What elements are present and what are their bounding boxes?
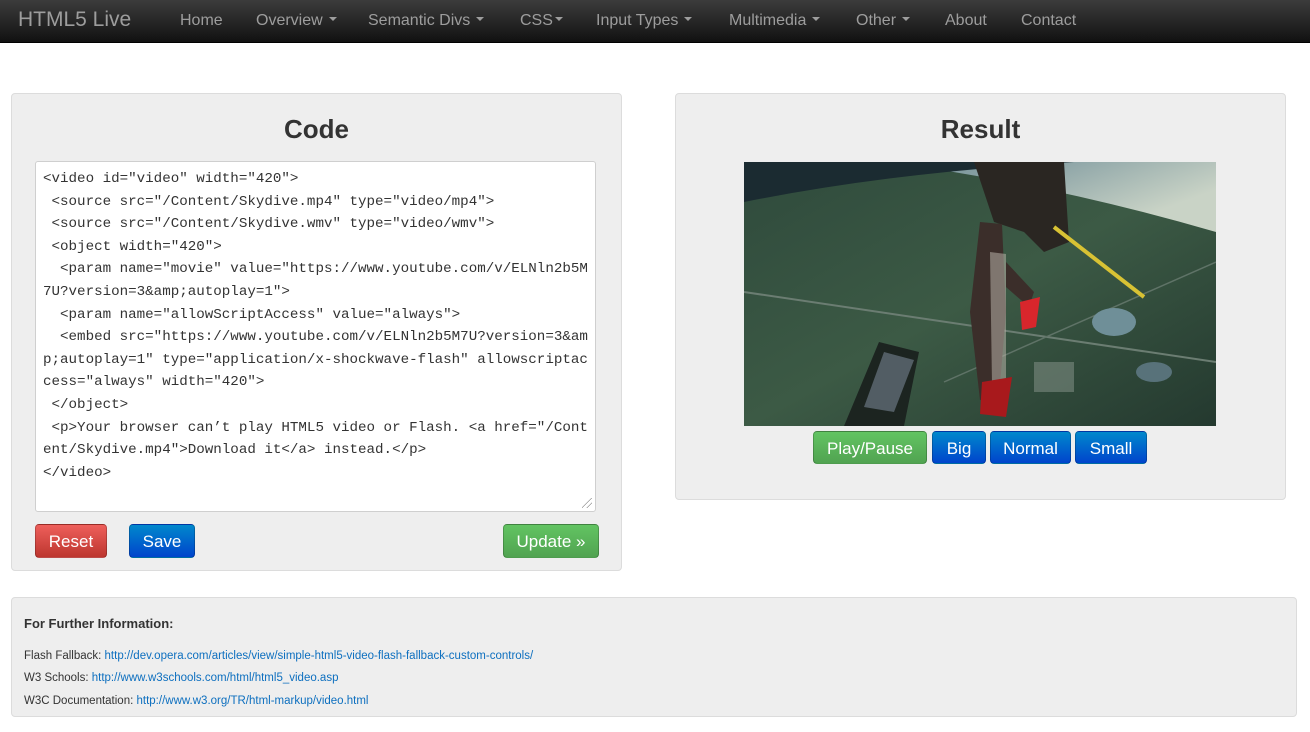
nav-other[interactable]: Other xyxy=(856,12,911,30)
resize-grip-icon[interactable] xyxy=(582,498,592,508)
nav-css-label: CSS xyxy=(520,12,553,29)
info-line-w3schools: W3 Schools: http://www.w3schools.com/htm… xyxy=(24,672,338,684)
nav-home-label: Home xyxy=(180,12,223,29)
reset-button[interactable]: Reset xyxy=(35,524,107,558)
save-button[interactable]: Save xyxy=(129,524,195,558)
nav-input-types-label: Input Types xyxy=(596,12,679,29)
code-panel: Code <video id="video" width="420"> <sou… xyxy=(11,93,622,571)
flash-fallback-link[interactable]: http://dev.opera.com/articles/view/simpl… xyxy=(105,650,534,662)
nav-multimedia-label: Multimedia xyxy=(729,12,807,29)
play-pause-button[interactable]: Play/Pause xyxy=(813,431,927,464)
brand-logo[interactable]: HTML5 Live xyxy=(18,7,131,33)
info-label: W3 Schools: xyxy=(24,672,92,684)
w3c-docs-link[interactable]: http://www.w3.org/TR/html-markup/video.h… xyxy=(137,695,369,707)
info-line-flash-fallback: Flash Fallback: http://dev.opera.com/art… xyxy=(24,650,533,662)
normal-button[interactable]: Normal xyxy=(990,431,1071,464)
caret-down-icon xyxy=(554,16,563,21)
nav-overview[interactable]: Overview xyxy=(256,12,337,30)
result-panel-title: Result xyxy=(940,114,1021,144)
nav-input-types[interactable]: Input Types xyxy=(596,12,693,30)
info-label: W3C Documentation: xyxy=(24,695,137,707)
nav-contact-label: Contact xyxy=(1021,12,1077,29)
update-button[interactable]: Update » xyxy=(503,524,599,558)
nav-contact[interactable]: Contact xyxy=(1021,12,1076,30)
result-panel: Result Play/Pause Big Normal Small xyxy=(675,93,1286,500)
nav-multimedia[interactable]: Multimedia xyxy=(729,12,821,30)
caret-down-icon xyxy=(812,16,821,21)
big-button[interactable]: Big xyxy=(932,431,986,464)
caret-down-icon xyxy=(902,16,911,21)
nav-home[interactable]: Home xyxy=(180,12,223,30)
skydive-video-frame xyxy=(744,162,1216,426)
info-label: Flash Fallback: xyxy=(24,650,105,662)
nav-about[interactable]: About xyxy=(945,12,987,30)
nav-other-label: Other xyxy=(856,12,897,29)
further-info-panel: For Further Information: Flash Fallback:… xyxy=(11,597,1297,717)
code-panel-title: Code xyxy=(284,114,349,144)
caret-down-icon xyxy=(328,16,337,21)
code-editor-textarea[interactable]: <video id="video" width="420"> <source s… xyxy=(35,161,596,512)
caret-down-icon xyxy=(684,16,693,21)
nav-about-label: About xyxy=(945,12,987,29)
nav-overview-label: Overview xyxy=(256,12,323,29)
nav-semantic-divs-label: Semantic Divs xyxy=(368,12,471,29)
top-navbar: HTML5 Live Home Overview Semantic Divs C… xyxy=(0,0,1310,43)
w3schools-link[interactable]: http://www.w3schools.com/html/html5_vide… xyxy=(92,672,339,684)
video-player[interactable] xyxy=(744,162,1216,426)
info-line-w3c-docs: W3C Documentation: http://www.w3.org/TR/… xyxy=(24,695,369,707)
caret-down-icon xyxy=(476,16,485,21)
nav-css[interactable]: CSS xyxy=(520,12,563,30)
small-button[interactable]: Small xyxy=(1075,431,1147,464)
further-info-title: For Further Information: xyxy=(24,616,174,631)
nav-semantic-divs[interactable]: Semantic Divs xyxy=(368,12,485,30)
